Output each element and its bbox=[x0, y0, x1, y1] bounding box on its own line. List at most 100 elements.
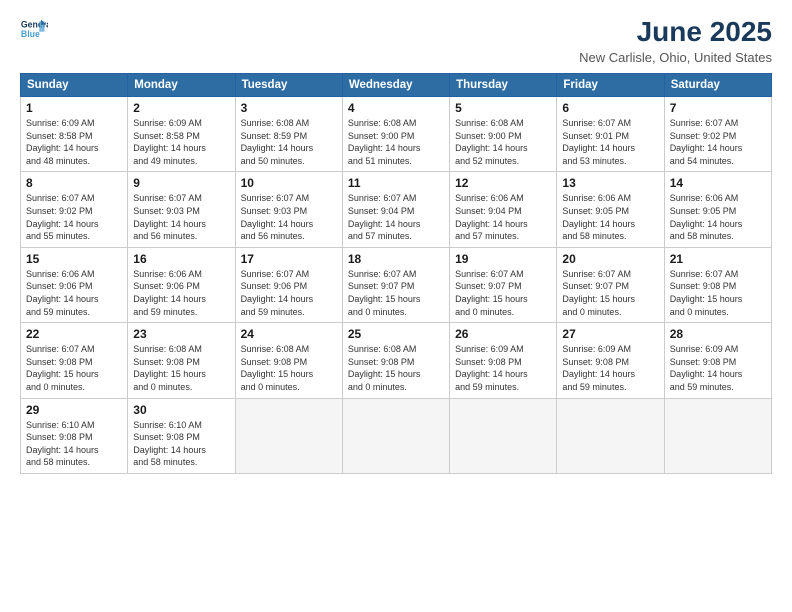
day-info: Sunrise: 6:07 AM Sunset: 9:04 PM Dayligh… bbox=[348, 192, 444, 242]
calendar-cell: 10Sunrise: 6:07 AM Sunset: 9:03 PM Dayli… bbox=[235, 172, 342, 247]
calendar-cell: 17Sunrise: 6:07 AM Sunset: 9:06 PM Dayli… bbox=[235, 247, 342, 322]
day-number: 25 bbox=[348, 327, 444, 341]
day-info: Sunrise: 6:07 AM Sunset: 9:02 PM Dayligh… bbox=[26, 192, 122, 242]
day-info: Sunrise: 6:07 AM Sunset: 9:02 PM Dayligh… bbox=[670, 117, 766, 167]
calendar-cell: 8 Sunrise: 6:07 AM Sunset: 9:02 PM Daylig… bbox=[21, 172, 128, 247]
day-number: 18 bbox=[348, 252, 444, 266]
day-number: 20 bbox=[562, 252, 658, 266]
calendar-cell: 13 Sunrise: 6:06 AM Sunset: 9:05 PM Dayli… bbox=[557, 172, 664, 247]
week-row-1: 1 Sunrise: 6:09 AM Sunset: 8:58 PM Daylig… bbox=[21, 97, 772, 172]
day-number: 19 bbox=[455, 252, 551, 266]
calendar-cell: 29 Sunrise: 6:10 AM Sunset: 9:08 PM Dayli… bbox=[21, 398, 128, 473]
day-info: Sunrise: 6:10 AM Sunset: 9:08 PM Dayligh… bbox=[26, 419, 122, 469]
calendar-cell: 28 Sunrise: 6:09 AM Sunset: 9:08 PM Dayli… bbox=[664, 323, 771, 398]
calendar-cell: 25 Sunrise: 6:08 AM Sunset: 9:08 PM Dayli… bbox=[342, 323, 449, 398]
day-info: Sunrise: 6:08 AM Sunset: 9:08 PM Dayligh… bbox=[348, 343, 444, 393]
day-number: 30 bbox=[133, 403, 229, 417]
week-row-5: 29 Sunrise: 6:10 AM Sunset: 9:08 PM Dayli… bbox=[21, 398, 772, 473]
calendar-cell bbox=[342, 398, 449, 473]
day-number: 24 bbox=[241, 327, 337, 341]
header: General Blue June 2025 New Carlisle, Ohi… bbox=[20, 16, 772, 65]
day-number: 26 bbox=[455, 327, 551, 341]
day-number: 9 bbox=[133, 176, 229, 190]
weekday-header-tuesday: Tuesday bbox=[235, 74, 342, 97]
main-title: June 2025 bbox=[579, 16, 772, 48]
weekday-header-monday: Monday bbox=[128, 74, 235, 97]
weekday-header-friday: Friday bbox=[557, 74, 664, 97]
day-number: 1 bbox=[26, 101, 122, 115]
day-number: 11 bbox=[348, 176, 444, 190]
day-info: Sunrise: 6:06 AM Sunset: 9:05 PM Dayligh… bbox=[562, 192, 658, 242]
calendar-cell: 23Sunrise: 6:08 AM Sunset: 9:08 PM Dayli… bbox=[128, 323, 235, 398]
day-number: 7 bbox=[670, 101, 766, 115]
calendar-cell: 12 Sunrise: 6:06 AM Sunset: 9:04 PM Dayli… bbox=[450, 172, 557, 247]
page: General Blue June 2025 New Carlisle, Ohi… bbox=[0, 0, 792, 612]
calendar-cell: 9 Sunrise: 6:07 AM Sunset: 9:03 PM Daylig… bbox=[128, 172, 235, 247]
day-info: Sunrise: 6:09 AM Sunset: 8:58 PM Dayligh… bbox=[26, 117, 122, 167]
day-info: Sunrise: 6:09 AM Sunset: 9:08 PM Dayligh… bbox=[562, 343, 658, 393]
week-row-3: 15 Sunrise: 6:06 AM Sunset: 9:06 PM Dayli… bbox=[21, 247, 772, 322]
day-info: Sunrise: 6:09 AM Sunset: 9:08 PM Dayligh… bbox=[670, 343, 766, 393]
day-info: Sunrise: 6:06 AM Sunset: 9:06 PM Dayligh… bbox=[133, 268, 229, 318]
day-number: 12 bbox=[455, 176, 551, 190]
calendar-cell: 4Sunrise: 6:08 AM Sunset: 9:00 PM Daylig… bbox=[342, 97, 449, 172]
calendar-table: SundayMondayTuesdayWednesdayThursdayFrid… bbox=[20, 73, 772, 474]
calendar-cell: 1 Sunrise: 6:09 AM Sunset: 8:58 PM Daylig… bbox=[21, 97, 128, 172]
calendar-cell: 24 Sunrise: 6:08 AM Sunset: 9:08 PM Dayli… bbox=[235, 323, 342, 398]
week-row-4: 22Sunrise: 6:07 AM Sunset: 9:08 PM Dayli… bbox=[21, 323, 772, 398]
weekday-header-saturday: Saturday bbox=[664, 74, 771, 97]
day-info: Sunrise: 6:09 AM Sunset: 8:58 PM Dayligh… bbox=[133, 117, 229, 167]
calendar-cell: 18 Sunrise: 6:07 AM Sunset: 9:07 PM Dayli… bbox=[342, 247, 449, 322]
day-number: 15 bbox=[26, 252, 122, 266]
logo: General Blue bbox=[20, 16, 48, 44]
weekday-header-sunday: Sunday bbox=[21, 74, 128, 97]
svg-text:Blue: Blue bbox=[21, 29, 40, 39]
weekday-header-row: SundayMondayTuesdayWednesdayThursdayFrid… bbox=[21, 74, 772, 97]
day-info: Sunrise: 6:07 AM Sunset: 9:07 PM Dayligh… bbox=[562, 268, 658, 318]
day-number: 22 bbox=[26, 327, 122, 341]
calendar-cell: 2 Sunrise: 6:09 AM Sunset: 8:58 PM Daylig… bbox=[128, 97, 235, 172]
day-number: 27 bbox=[562, 327, 658, 341]
weekday-header-wednesday: Wednesday bbox=[342, 74, 449, 97]
calendar-cell: 14Sunrise: 6:06 AM Sunset: 9:05 PM Dayli… bbox=[664, 172, 771, 247]
calendar-cell: 30Sunrise: 6:10 AM Sunset: 9:08 PM Dayli… bbox=[128, 398, 235, 473]
calendar-cell bbox=[557, 398, 664, 473]
day-info: Sunrise: 6:07 AM Sunset: 9:03 PM Dayligh… bbox=[241, 192, 337, 242]
day-number: 3 bbox=[241, 101, 337, 115]
day-number: 29 bbox=[26, 403, 122, 417]
day-number: 14 bbox=[670, 176, 766, 190]
calendar-cell: 22Sunrise: 6:07 AM Sunset: 9:08 PM Dayli… bbox=[21, 323, 128, 398]
calendar-cell bbox=[664, 398, 771, 473]
day-number: 2 bbox=[133, 101, 229, 115]
day-number: 5 bbox=[455, 101, 551, 115]
day-info: Sunrise: 6:07 AM Sunset: 9:07 PM Dayligh… bbox=[455, 268, 551, 318]
day-info: Sunrise: 6:08 AM Sunset: 9:08 PM Dayligh… bbox=[241, 343, 337, 393]
day-number: 8 bbox=[26, 176, 122, 190]
day-number: 21 bbox=[670, 252, 766, 266]
calendar-cell: 19 Sunrise: 6:07 AM Sunset: 9:07 PM Dayli… bbox=[450, 247, 557, 322]
calendar-cell: 3Sunrise: 6:08 AM Sunset: 8:59 PM Daylig… bbox=[235, 97, 342, 172]
day-info: Sunrise: 6:09 AM Sunset: 9:08 PM Dayligh… bbox=[455, 343, 551, 393]
day-number: 28 bbox=[670, 327, 766, 341]
title-area: June 2025 New Carlisle, Ohio, United Sta… bbox=[579, 16, 772, 65]
calendar-cell: 5 Sunrise: 6:08 AM Sunset: 9:00 PM Daylig… bbox=[450, 97, 557, 172]
calendar-cell: 6Sunrise: 6:07 AM Sunset: 9:01 PM Daylig… bbox=[557, 97, 664, 172]
calendar-cell: 27 Sunrise: 6:09 AM Sunset: 9:08 PM Dayli… bbox=[557, 323, 664, 398]
calendar-cell bbox=[235, 398, 342, 473]
day-info: Sunrise: 6:07 AM Sunset: 9:06 PM Dayligh… bbox=[241, 268, 337, 318]
day-info: Sunrise: 6:07 AM Sunset: 9:08 PM Dayligh… bbox=[670, 268, 766, 318]
calendar-cell: 7 Sunrise: 6:07 AM Sunset: 9:02 PM Daylig… bbox=[664, 97, 771, 172]
day-number: 13 bbox=[562, 176, 658, 190]
day-info: Sunrise: 6:06 AM Sunset: 9:06 PM Dayligh… bbox=[26, 268, 122, 318]
day-number: 4 bbox=[348, 101, 444, 115]
day-info: Sunrise: 6:07 AM Sunset: 9:03 PM Dayligh… bbox=[133, 192, 229, 242]
day-info: Sunrise: 6:07 AM Sunset: 9:07 PM Dayligh… bbox=[348, 268, 444, 318]
day-info: Sunrise: 6:08 AM Sunset: 9:00 PM Dayligh… bbox=[455, 117, 551, 167]
week-row-2: 8 Sunrise: 6:07 AM Sunset: 9:02 PM Daylig… bbox=[21, 172, 772, 247]
day-info: Sunrise: 6:06 AM Sunset: 9:04 PM Dayligh… bbox=[455, 192, 551, 242]
calendar-cell bbox=[450, 398, 557, 473]
day-number: 16 bbox=[133, 252, 229, 266]
day-info: Sunrise: 6:07 AM Sunset: 9:01 PM Dayligh… bbox=[562, 117, 658, 167]
day-info: Sunrise: 6:08 AM Sunset: 9:08 PM Dayligh… bbox=[133, 343, 229, 393]
logo-icon: General Blue bbox=[20, 16, 48, 44]
